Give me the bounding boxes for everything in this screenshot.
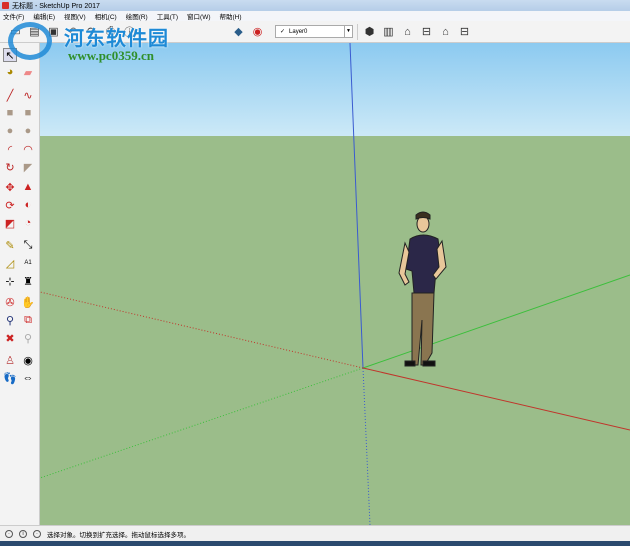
select-tool-icon[interactable]: ↖ <box>3 48 17 62</box>
tape-measure-icon[interactable]: ✎ <box>3 238 17 252</box>
two-point-arc-icon[interactable]: ◠ <box>21 142 35 156</box>
save-icon[interactable]: ▣ <box>46 24 61 39</box>
credits-icon[interactable]: i <box>19 529 27 538</box>
3d-text-icon[interactable]: ♜ <box>21 274 35 288</box>
protractor-icon[interactable]: ◿ <box>3 256 17 270</box>
title-bar: 无标题 - SketchUp Pro 2017 <box>0 0 630 11</box>
open-icon[interactable]: ▤ <box>27 24 42 39</box>
move-icon[interactable]: ✥ <box>3 180 17 194</box>
window-title: 无标题 - SketchUp Pro 2017 <box>12 2 100 10</box>
menu-bar: 文件(F) 编辑(E) 视图(V) 相机(C) 绘图(R) 工具(T) 窗口(W… <box>0 11 630 21</box>
menu-edit[interactable]: 编辑(E) <box>33 11 55 21</box>
section-plane-icon[interactable]: ⇔ <box>21 371 35 385</box>
rotated-rectangle-icon[interactable]: ■ <box>21 106 35 120</box>
freehand-icon[interactable]: ∿ <box>21 88 35 102</box>
zoom-window-icon[interactable]: ⧉ <box>21 313 35 327</box>
model-info-icon[interactable]: ⓘ <box>122 24 137 39</box>
rotate-icon[interactable]: ⟳ <box>3 198 17 212</box>
pan-icon[interactable]: ✋ <box>21 295 35 309</box>
front-view-icon[interactable]: ⌂ <box>400 24 415 39</box>
undo-icon[interactable]: ↶ <box>65 24 80 39</box>
status-bar: · i · 选择对象。切换到扩充选择。拖动鼠标选择多项。 <box>0 525 630 541</box>
chevron-down-icon[interactable]: ▼ <box>344 26 352 37</box>
ground <box>40 136 630 525</box>
large-tool-set: ↖ ◕ ▰ ╱ ∿ ■ ■ ● ● ◜ ◠ ↻ ◤ ✥ ▲ ⟳ ◐ ◩ ◔ ✎ … <box>0 43 40 525</box>
offset-icon[interactable]: ◔ <box>21 216 35 230</box>
layer-check-icon: ✓ <box>280 29 286 35</box>
eraser-icon[interactable]: ▰ <box>21 65 35 79</box>
scene <box>40 43 630 525</box>
3d-viewport[interactable] <box>40 43 630 525</box>
zoom-extents-icon[interactable]: ✖ <box>3 331 17 345</box>
left-view-icon[interactable]: ⊟ <box>457 24 472 39</box>
axes-icon[interactable]: ⊹ <box>3 274 17 288</box>
user-icon[interactable]: · <box>33 529 41 538</box>
dimension-icon[interactable]: ⤡ <box>21 238 35 252</box>
three-point-arc-icon[interactable]: ↻ <box>3 160 17 174</box>
text-tool-icon[interactable]: A1 <box>21 256 35 270</box>
main-toolbar: ▭ ▤ ▣ ↶ ↷ ⎙ ⓘ ◆ ◉ ✓ Layer0 ▼ ⬢ ▥ ⌂ ⊟ ⌂ ⊟ <box>0 21 630 43</box>
orbit-icon[interactable]: ✇ <box>3 295 17 309</box>
warehouse-icon[interactable]: ◆ <box>231 24 246 39</box>
paint-bucket-icon[interactable]: ◕ <box>3 65 17 79</box>
status-message: 选择对象。切换到扩充选择。拖动鼠标选择多项。 <box>47 531 190 539</box>
extension-warehouse-icon[interactable]: ◉ <box>250 24 265 39</box>
menu-help[interactable]: 帮助(H) <box>220 11 242 21</box>
sky <box>40 43 630 136</box>
top-view-icon[interactable]: ▥ <box>381 24 396 39</box>
zoom-icon[interactable]: ⚲ <box>3 313 17 327</box>
print-icon[interactable]: ⎙ <box>103 24 118 39</box>
scale-icon[interactable]: ◩ <box>3 216 17 230</box>
menu-camera[interactable]: 相机(C) <box>95 11 117 21</box>
sketchup-app-icon <box>2 2 9 9</box>
back-view-icon[interactable]: ⌂ <box>438 24 453 39</box>
iso-view-icon[interactable]: ⬢ <box>362 24 377 39</box>
pie-icon[interactable]: ◤ <box>21 160 35 174</box>
push-pull-icon[interactable]: ▲ <box>21 180 35 194</box>
walk-icon[interactable]: 👣 <box>3 371 17 385</box>
arc-icon[interactable]: ◜ <box>3 142 17 156</box>
previous-view-icon[interactable]: ⚲ <box>21 331 35 345</box>
menu-file[interactable]: 文件(F) <box>3 11 24 21</box>
menu-window[interactable]: 窗口(W) <box>187 11 210 21</box>
rectangle-icon[interactable]: ■ <box>3 106 17 120</box>
menu-draw[interactable]: 绘图(R) <box>126 11 148 21</box>
menu-view[interactable]: 视图(V) <box>64 11 86 21</box>
circle-icon[interactable]: ● <box>3 124 17 138</box>
redo-icon[interactable]: ↷ <box>84 24 99 39</box>
new-icon[interactable]: ▭ <box>8 24 23 39</box>
taskbar <box>0 541 630 546</box>
toolbar-divider <box>357 23 358 40</box>
look-around-icon[interactable]: ◉ <box>21 353 35 367</box>
line-tool-icon[interactable]: ╱ <box>3 88 17 102</box>
geolocation-icon[interactable]: · <box>5 529 13 538</box>
right-view-icon[interactable]: ⊟ <box>419 24 434 39</box>
menu-tools[interactable]: 工具(T) <box>157 11 178 21</box>
position-camera-icon[interactable]: ♙ <box>3 353 17 367</box>
follow-me-icon[interactable]: ◐ <box>21 198 35 212</box>
polygon-icon[interactable]: ● <box>21 124 35 138</box>
layer-dropdown[interactable]: ✓ Layer0 ▼ <box>275 25 353 38</box>
layer-name: Layer0 <box>289 28 308 35</box>
